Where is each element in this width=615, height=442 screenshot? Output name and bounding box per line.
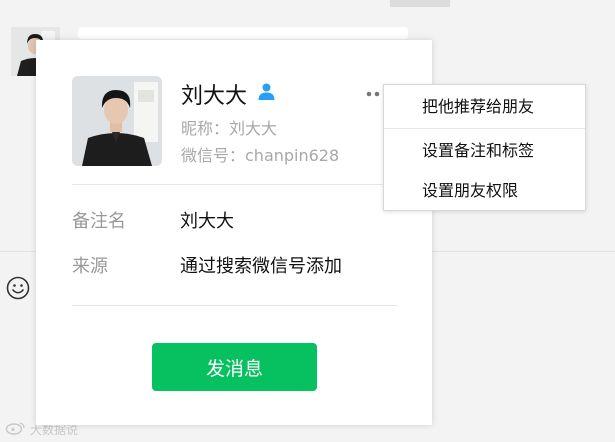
contact-card: 刘大大 昵称：刘大大 微信号：chanpin628 备注名 刘大大 来源 通过搜… [36,40,432,425]
field-value-source: 通过搜索微信号添加 [180,256,342,277]
field-label-remark: 备注名 [72,211,126,232]
emoji-icon[interactable] [6,276,30,300]
field-value-remark: 刘大大 [180,211,234,232]
context-menu: 把他推荐给朋友 设置备注和标签 设置朋友权限 [383,84,586,211]
contact-wechat-id: 微信号：chanpin628 [181,146,340,165]
menu-item-remark-tags[interactable]: 设置备注和标签 [384,133,585,169]
field-label-source: 来源 [72,256,108,277]
window-control-button[interactable] [390,0,450,7]
menu-item-permissions[interactable]: 设置朋友权限 [384,173,585,209]
card-divider [72,184,397,185]
contact-avatar[interactable] [72,76,162,166]
menu-item-recommend[interactable]: 把他推荐给朋友 [384,89,585,125]
contact-person-icon [257,82,276,101]
contact-display-name: 刘大大 [181,84,248,109]
card-divider [72,305,397,306]
contact-nickname: 昵称：刘大大 [181,119,278,138]
weibo-logo-icon [5,421,27,438]
send-message-button[interactable]: 发消息 [152,343,317,391]
menu-divider [384,128,585,129]
chat-message-bubble [78,27,408,39]
